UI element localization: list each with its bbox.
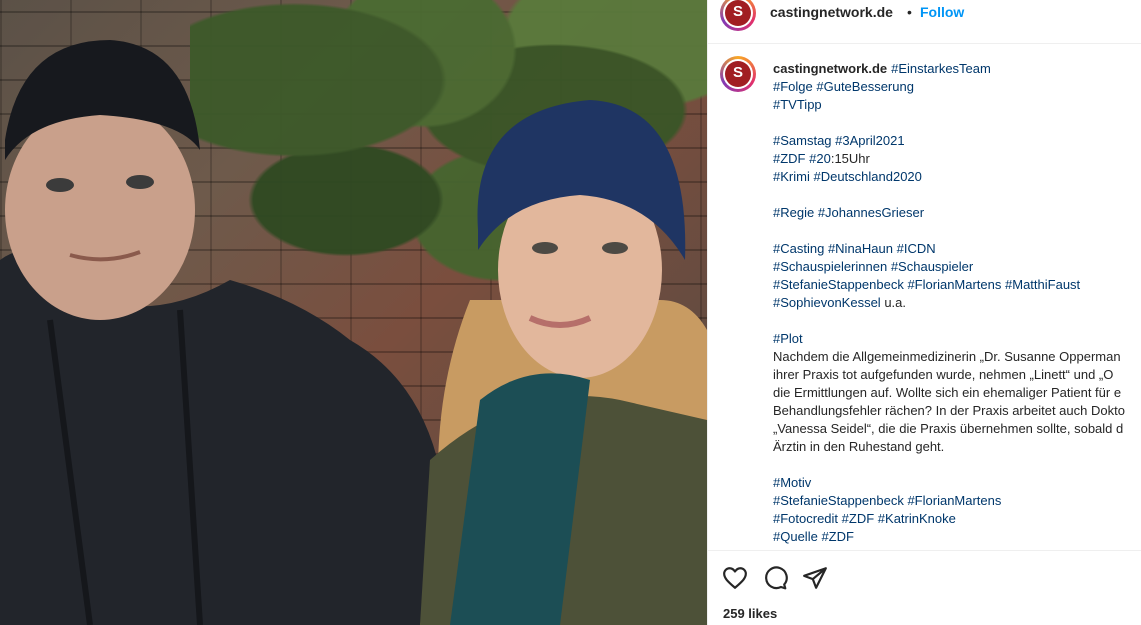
caption-line: castingnetwork.de #EinstarkesTeam [773, 60, 1141, 78]
hashtag-link[interactable]: #NinaHaun [828, 241, 893, 256]
likes-count[interactable]: 259 likes [723, 606, 777, 621]
caption-text: u.a. [880, 295, 906, 310]
hashtag-link[interactable]: #Deutschland2020 [813, 169, 921, 184]
post-photo[interactable] [0, 0, 707, 625]
caption-line: #Fotocredit #ZDF #KatrinKnoke [773, 510, 1141, 528]
caption-line: Ärztin in den Ruhestand geht. [773, 438, 1141, 456]
caption-line: #StefanieStappenbeck #FlorianMartens #Ma… [773, 276, 1141, 294]
post-header: S castingnetwork.de • Follow [708, 0, 1141, 44]
heart-icon[interactable] [722, 565, 748, 591]
caption-text: „Vanessa Seidel“, die die Praxis überneh… [773, 421, 1124, 436]
hashtag-link[interactable]: #GuteBesserung [816, 79, 914, 94]
hashtag-link[interactable]: #ZDF [773, 151, 806, 166]
hashtag-link[interactable]: #ZDF [821, 529, 854, 544]
hashtag-link[interactable]: #Plot [773, 331, 803, 346]
hashtag-link[interactable]: #Quelle [773, 529, 818, 544]
hashtag-link[interactable]: #Schauspielerinnen [773, 259, 887, 274]
post-details-panel: S castingnetwork.de • Follow S castingne… [708, 0, 1141, 625]
hashtag-link[interactable]: #Fotocredit [773, 511, 838, 526]
hashtag-link[interactable]: #Regie [773, 205, 814, 220]
caption-line: Nachdem die Allgemeinmedizinerin „Dr. Su… [773, 348, 1141, 366]
hashtag-link[interactable]: #StefanieStappenbeck [773, 277, 904, 292]
hashtag-link[interactable]: #TVTipp [773, 97, 822, 112]
hashtag-link[interactable]: #KatrinKnoke [878, 511, 956, 526]
avatar[interactable]: S [720, 0, 756, 31]
photo-people [0, 40, 707, 625]
caption-username-link[interactable]: castingnetwork.de [773, 61, 887, 76]
hashtag-link[interactable]: #Folge [773, 79, 813, 94]
hashtag-link[interactable]: #3April2021 [835, 133, 904, 148]
caption-avatar[interactable]: S [720, 56, 756, 92]
hashtag-link[interactable]: #Samstag [773, 133, 832, 148]
hashtag-link[interactable]: #StefanieStappenbeck [773, 493, 904, 508]
post-caption: castingnetwork.de #EinstarkesTeam #Folge #… [773, 60, 1141, 546]
caption-line: ihrer Praxis tot aufgefunden wurde, nehm… [773, 366, 1141, 384]
caption-line: #Samstag #3April2021 [773, 132, 1141, 150]
hashtag-link[interactable]: #EinstarkesTeam [891, 61, 991, 76]
caption-text: Ärztin in den Ruhestand geht. [773, 439, 945, 454]
caption-line: #SophievonKessel u.a. [773, 294, 1141, 312]
hashtag-link[interactable]: #FlorianMartens [907, 277, 1001, 292]
hashtag-link[interactable]: #FlorianMartens [907, 493, 1001, 508]
avatar-logo: S [725, 61, 751, 87]
caption-line: #Plot [773, 330, 1141, 348]
comment-icon[interactable] [762, 565, 788, 591]
actions-divider [708, 550, 1141, 551]
caption-text: :15Uhr [830, 151, 870, 166]
caption-line: #Regie #JohannesGrieser [773, 204, 1141, 222]
caption-line: Behandlungsfehler rächen? In der Praxis … [773, 402, 1141, 420]
follow-button[interactable]: Follow [920, 4, 964, 20]
hashtag-link[interactable]: #Motiv [773, 475, 811, 490]
caption-line: #ZDF #20:15Uhr [773, 150, 1141, 168]
hashtag-link[interactable]: #JohannesGrieser [818, 205, 924, 220]
separator-dot: • [907, 4, 912, 20]
caption-line: #StefanieStappenbeck #FlorianMartens [773, 492, 1141, 510]
username-link[interactable]: castingnetwork.de [770, 4, 893, 20]
caption-line: #Motiv [773, 474, 1141, 492]
caption-line: #Casting #NinaHaun #ICDN [773, 240, 1141, 258]
caption-text: Behandlungsfehler rächen? In der Praxis … [773, 403, 1125, 418]
hashtag-link[interactable]: #Krimi [773, 169, 810, 184]
caption-text: die Ermittlungen auf. Wollte sich ein eh… [773, 385, 1122, 400]
hashtag-link[interactable]: #Schauspieler [891, 259, 973, 274]
caption-line: „Vanessa Seidel“, die die Praxis überneh… [773, 420, 1141, 438]
caption-line: #Krimi #Deutschland2020 [773, 168, 1141, 186]
caption-line: #TVTipp [773, 96, 1141, 114]
hashtag-link[interactable]: #20 [809, 151, 831, 166]
caption-text: ihrer Praxis tot aufgefunden wurde, nehm… [773, 367, 1114, 382]
caption-text: Nachdem die Allgemeinmedizinerin „Dr. Su… [773, 349, 1121, 364]
hashtag-link[interactable]: #ZDF [842, 511, 875, 526]
caption-line: die Ermittlungen auf. Wollte sich ein eh… [773, 384, 1141, 402]
hashtag-link[interactable]: #MatthiFaust [1005, 277, 1080, 292]
hashtag-link[interactable]: #SophievonKessel [773, 295, 881, 310]
hashtag-link[interactable]: #ICDN [897, 241, 936, 256]
caption-line: #Quelle #ZDF [773, 528, 1141, 546]
avatar-logo: S [725, 0, 751, 26]
caption-line: #Schauspielerinnen #Schauspieler [773, 258, 1141, 276]
paper-plane-icon[interactable] [802, 565, 828, 591]
caption-line: #Folge #GuteBesserung [773, 78, 1141, 96]
hashtag-link[interactable]: #Casting [773, 241, 824, 256]
